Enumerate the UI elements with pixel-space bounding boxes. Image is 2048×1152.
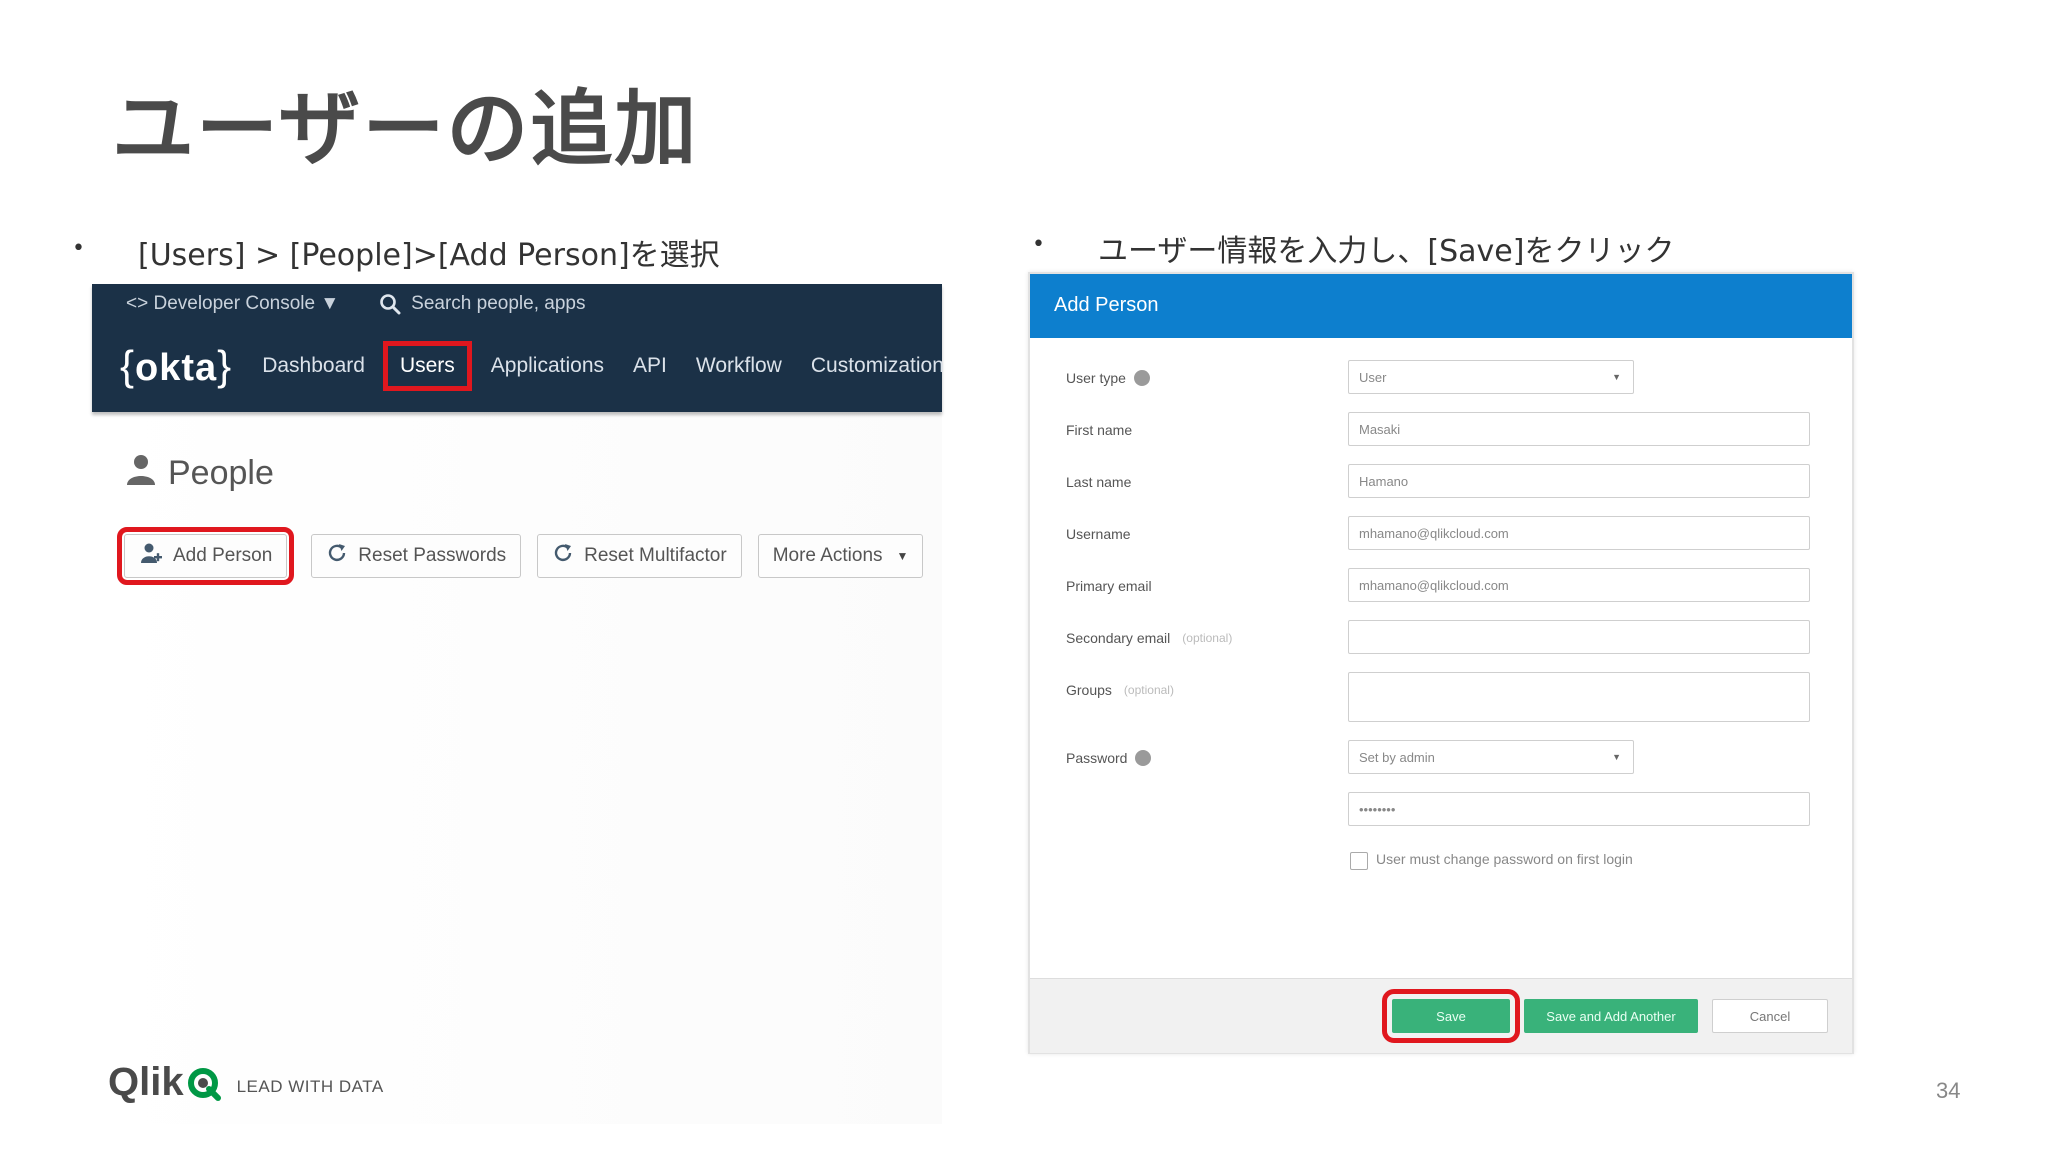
bullet-left: • [Users] > [People]>[Add Person]を選択	[72, 230, 772, 273]
chevron-down-icon: ▼	[1612, 372, 1621, 382]
nav-applications[interactable]: Applications	[491, 354, 604, 378]
nav-api[interactable]: API	[633, 354, 667, 378]
groups-label-text: Groups	[1066, 682, 1112, 698]
qlik-wordmark: Qlik	[108, 1060, 184, 1104]
groups-label: Groups (optional)	[1066, 682, 1174, 698]
last-name-label: Last name	[1066, 474, 1132, 490]
cancel-button[interactable]: Cancel	[1712, 999, 1828, 1033]
primary-email-label: Primary email	[1066, 578, 1152, 594]
password-mode-value: Set by admin	[1359, 749, 1435, 765]
nav-dashboard[interactable]: Dashboard	[262, 354, 365, 378]
qlik-logo: Qlik	[108, 1060, 221, 1105]
chevron-down-icon: ▼	[896, 549, 909, 563]
help-icon[interactable]	[1135, 750, 1152, 766]
search-placeholder: Search people, apps	[411, 293, 586, 314]
first-name-field[interactable]: Masaki	[1348, 412, 1810, 446]
person-icon	[124, 452, 158, 495]
add-person-dialog: Add Person User type User ▼ First name Ma…	[1028, 272, 1854, 1054]
okta-utility-bar: <> Developer Console ▼ Search people, ap…	[126, 286, 585, 322]
people-heading: People	[124, 452, 274, 495]
groups-field[interactable]	[1348, 672, 1810, 722]
dialog-title: Add Person	[1054, 294, 1159, 316]
change-password-checkbox[interactable]	[1350, 852, 1368, 870]
slide-title: ユーザーの追加	[112, 82, 699, 177]
okta-search[interactable]: Search people, apps	[379, 293, 585, 315]
password-mode-select[interactable]: Set by admin ▼	[1348, 740, 1634, 774]
chevron-down-icon: ▼	[1612, 752, 1621, 762]
bullet-dot: •	[1032, 232, 1045, 257]
bullet-dot: •	[72, 236, 85, 261]
dialog-footer: Save Save and Add Another Cancel	[1030, 978, 1852, 1053]
search-icon	[379, 293, 401, 315]
okta-screenshot: <> Developer Console ▼ Search people, ap…	[92, 284, 944, 1124]
page-title: People	[168, 454, 274, 492]
optional-hint: (optional)	[1182, 631, 1233, 645]
qlik-branding: Qlik LEAD WITH DATA	[108, 1060, 384, 1105]
username-field[interactable]: mhamano@qlikcloud.com	[1348, 516, 1810, 550]
password-field[interactable]: ••••••••	[1348, 792, 1810, 826]
username-label: Username	[1066, 526, 1131, 542]
more-actions-label: More Actions	[772, 545, 883, 566]
dialog-header: Add Person	[1030, 274, 1852, 338]
add-person-label: Add Person	[173, 545, 273, 566]
developer-console-toggle[interactable]: <> Developer Console ▼	[126, 293, 339, 315]
nav-customization[interactable]: Customization	[811, 354, 944, 378]
secondary-email-label: Secondary email (optional)	[1066, 630, 1232, 646]
add-person-icon	[139, 541, 163, 571]
reset-passwords-button[interactable]: Reset Passwords	[311, 534, 522, 578]
okta-logo[interactable]: {okta}	[120, 342, 232, 390]
help-icon[interactable]	[1133, 370, 1150, 386]
bullet-right: • ユーザー情報を入力し、[Save]をクリック	[1032, 226, 1732, 269]
last-name-field[interactable]: Hamano	[1348, 464, 1810, 498]
okta-header: <> Developer Console ▼ Search people, ap…	[92, 284, 944, 412]
secondary-email-label-text: Secondary email	[1066, 630, 1171, 646]
reset-passwords-label: Reset Passwords	[358, 545, 507, 566]
okta-main-nav: {okta} Dashboard Users Applications API …	[120, 336, 944, 396]
password-label-text: Password	[1066, 750, 1128, 766]
user-type-label: User type	[1066, 370, 1150, 386]
primary-email-field[interactable]: mhamano@qlikcloud.com	[1348, 568, 1810, 602]
user-type-label-text: User type	[1066, 370, 1126, 386]
people-actions: Add Person Reset Passwords Reset Multifa…	[116, 527, 924, 585]
save-and-add-another-button[interactable]: Save and Add Another	[1524, 999, 1698, 1033]
optional-hint: (optional)	[1123, 683, 1174, 697]
qlik-q-icon	[187, 1066, 221, 1101]
nav-users[interactable]: Users	[382, 341, 472, 391]
secondary-email-field[interactable]	[1348, 620, 1810, 654]
first-name-label: First name	[1066, 422, 1133, 438]
okta-logo-text: okta	[135, 347, 218, 389]
tagline: LEAD WITH DATA	[236, 1077, 384, 1096]
refresh-icon	[326, 542, 348, 570]
add-person-button[interactable]: Add Person	[116, 527, 295, 585]
reset-multifactor-button[interactable]: Reset Multifactor	[537, 534, 742, 578]
dialog-body: User type User ▼ First name Masaki Last n…	[1030, 338, 1852, 978]
nav-workflow[interactable]: Workflow	[696, 354, 782, 378]
more-actions-dropdown[interactable]: More Actions ▼	[757, 534, 924, 578]
refresh-icon	[552, 542, 574, 570]
user-type-select[interactable]: User ▼	[1348, 360, 1634, 394]
user-type-value: User	[1359, 369, 1387, 385]
save-button[interactable]: Save	[1382, 989, 1520, 1043]
reset-multifactor-label: Reset Multifactor	[584, 545, 727, 566]
bullet-right-text: ユーザー情報を入力し、[Save]をクリック	[1098, 234, 1675, 269]
page-number: 34	[1936, 1078, 1961, 1103]
bullet-left-text: [Users] > [People]>[Add Person]を選択	[138, 238, 720, 273]
change-password-label: User must change password on first login	[1376, 851, 1633, 867]
password-label: Password	[1066, 750, 1152, 766]
